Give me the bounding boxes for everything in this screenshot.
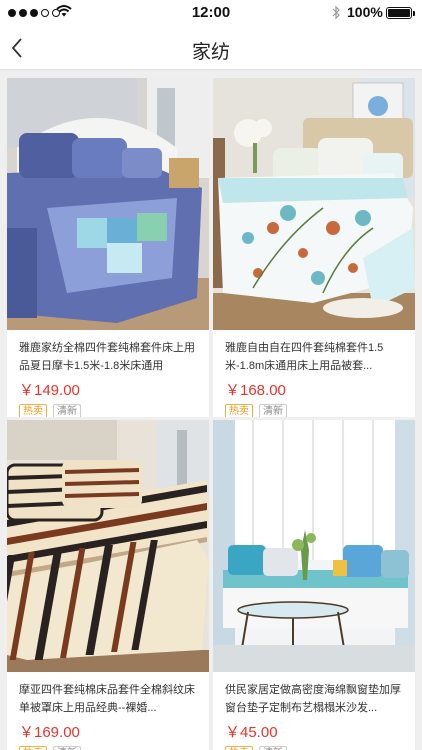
page-title: 家纺 <box>191 42 230 63</box>
product-price: ￥169.00 <box>19 724 80 741</box>
product-image <box>213 78 415 330</box>
product-price: ￥149.00 <box>19 382 80 399</box>
product-image <box>7 78 209 330</box>
fresh-tag: 清新 <box>53 746 81 750</box>
product-title: 雅鹿家纺全棉四件套纯棉套件床上用品夏日摩卡1.5米-1.8米床通用 <box>19 342 195 372</box>
product-card[interactable]: 雅鹿自由自在四件套纯棉套件1.5米-1.8m床通用床上用品被套... ￥168.… <box>213 78 415 417</box>
hot-sale-tag: 热卖 <box>19 746 47 750</box>
product-card[interactable]: 摩亚四件套纯棉床品套件全棉斜纹床单被罩床上用品经典--裸婚... ￥169.00… <box>7 420 209 750</box>
bluetooth-icon <box>332 5 340 20</box>
product-title: 供民家居定做高密度海绵飘窗垫加厚窗台垫子定制布艺榻榻米沙发... <box>225 684 401 714</box>
product-price: ￥168.00 <box>225 382 286 399</box>
product-card[interactable]: 雅鹿家纺全棉四件套纯棉套件床上用品夏日摩卡1.5米-1.8米床通用 ￥149.0… <box>7 78 209 417</box>
hot-sale-tag: 热卖 <box>19 404 47 417</box>
product-title: 摩亚四件套纯棉床品套件全棉斜纹床单被罩床上用品经典--裸婚... <box>19 684 195 714</box>
battery-percentage: 100% <box>347 4 383 20</box>
product-image <box>7 420 209 672</box>
product-grid: 雅鹿家纺全棉四件套纯棉套件床上用品夏日摩卡1.5米-1.8米床通用 ￥149.0… <box>0 70 422 750</box>
hot-sale-tag: 热卖 <box>225 404 253 417</box>
fresh-tag: 清新 <box>53 404 81 417</box>
navigation-bar: 家纺 <box>0 26 422 70</box>
hot-sale-tag: 热卖 <box>225 746 253 750</box>
status-bar: 12:00 100% <box>0 0 422 26</box>
product-title: 雅鹿自由自在四件套纯棉套件1.5米-1.8m床通用床上用品被套... <box>225 342 384 372</box>
fresh-tag: 清新 <box>259 746 287 750</box>
product-card[interactable]: 供民家居定做高密度海绵飘窗垫加厚窗台垫子定制布艺榻榻米沙发... ￥45.00 … <box>213 420 415 750</box>
battery-icon <box>386 7 415 19</box>
product-price: ￥45.00 <box>225 724 278 741</box>
fresh-tag: 清新 <box>259 404 287 417</box>
product-image <box>213 420 415 672</box>
